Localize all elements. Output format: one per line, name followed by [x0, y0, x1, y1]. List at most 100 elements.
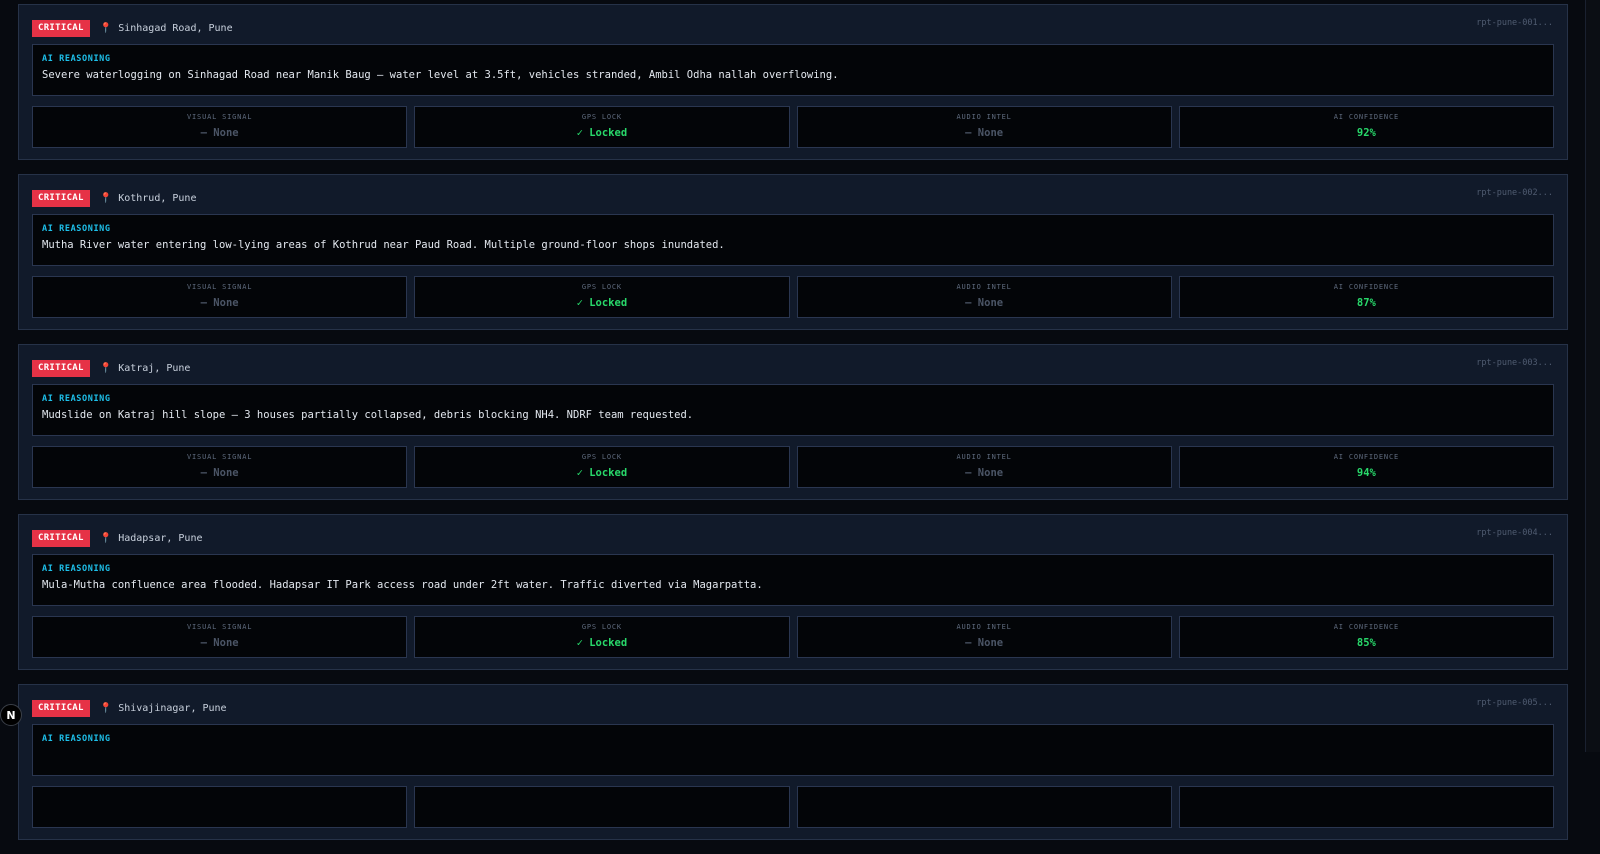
- gps-lock-label: GPS LOCK: [581, 453, 622, 461]
- severity-badge: CRITICAL: [32, 699, 90, 717]
- ai-reasoning-label: AI REASONING: [42, 394, 111, 404]
- report-location: Hadapsar, Pune: [118, 532, 203, 544]
- report-header: CRITICAL 📍 Hadapsar, Pune: [32, 527, 1554, 549]
- ai-confidence-label: AI CONFIDENCE: [1333, 283, 1399, 291]
- report-id: rpt-pune-003...: [1476, 358, 1553, 368]
- severity-badge: CRITICAL: [32, 19, 90, 37]
- ai-reasoning-panel: AI REASONING Mutha River water entering …: [32, 214, 1554, 266]
- gps-lock-value: ✓ Locked: [576, 297, 628, 309]
- ai-confidence-value: 94%: [1356, 467, 1376, 479]
- ai-reasoning-text: Mula-Mutha confluence area flooded. Hada…: [42, 579, 763, 591]
- audio-intel-value: — None: [965, 297, 1004, 309]
- severity-badge: CRITICAL: [32, 189, 90, 207]
- scrollbar[interactable]: [1585, 0, 1600, 752]
- audio-intel-value: — None: [965, 127, 1004, 139]
- report-location: Sinhagad Road, Pune: [118, 22, 233, 34]
- gps-lock-metric: GPS LOCK ✓ Locked: [414, 446, 790, 488]
- report-header: CRITICAL 📍 Sinhagad Road, Pune: [32, 17, 1554, 39]
- ai-reasoning-panel: AI REASONING Mula-Mutha confluence area …: [32, 554, 1554, 606]
- signal-metrics: VISUAL SIGNAL — None GPS LOCK ✓ Locked A…: [32, 106, 1554, 148]
- gps-lock-label: GPS LOCK: [581, 283, 622, 291]
- ai-reasoning-text: Severe waterlogging on Sinhagad Road nea…: [42, 69, 839, 81]
- map-pin-icon: 📍: [99, 702, 113, 714]
- gps-lock-label: GPS LOCK: [581, 623, 622, 631]
- visual-signal-label: VISUAL SIGNAL: [187, 113, 253, 121]
- audio-intel-label: AUDIO INTEL: [956, 453, 1012, 461]
- ai-reasoning-label: AI REASONING: [42, 734, 111, 744]
- audio-intel-value: — None: [965, 637, 1004, 649]
- visual-signal-label: VISUAL SIGNAL: [187, 623, 253, 631]
- visual-signal-metric: VISUAL SIGNAL — None: [32, 616, 408, 658]
- report-card[interactable]: CRITICAL 📍 Kothrud, Pune rpt-pune-002...…: [18, 174, 1568, 330]
- ai-confidence-label: AI CONFIDENCE: [1333, 623, 1399, 631]
- ai-confidence-metric: AI CONFIDENCE 94%: [1178, 446, 1554, 488]
- audio-intel-label: AUDIO INTEL: [956, 283, 1012, 291]
- signal-metrics: VISUAL SIGNAL — None GPS LOCK ✓ Locked A…: [32, 616, 1554, 658]
- signal-metrics: [32, 786, 1554, 828]
- report-id: rpt-pune-004...: [1476, 528, 1553, 538]
- audio-intel-metric: [796, 786, 1172, 828]
- report-id: rpt-pune-001...: [1476, 18, 1553, 28]
- audio-intel-metric: AUDIO INTEL — None: [796, 446, 1172, 488]
- ai-confidence-value: 87%: [1356, 297, 1376, 309]
- ai-reasoning-panel: AI REASONING Severe waterlogging on Sinh…: [32, 44, 1554, 96]
- audio-intel-metric: AUDIO INTEL — None: [796, 276, 1172, 318]
- gps-lock-value: ✓ Locked: [576, 637, 628, 649]
- audio-intel-label: AUDIO INTEL: [956, 113, 1012, 121]
- report-id: rpt-pune-002...: [1476, 188, 1553, 198]
- audio-intel-label: AUDIO INTEL: [956, 623, 1012, 631]
- gps-lock-value: ✓ Locked: [576, 127, 628, 139]
- gps-lock-value: ✓ Locked: [576, 467, 628, 479]
- visual-signal-value: — None: [200, 467, 239, 479]
- signal-metrics: VISUAL SIGNAL — None GPS LOCK ✓ Locked A…: [32, 276, 1554, 318]
- gps-lock-metric: GPS LOCK ✓ Locked: [414, 106, 790, 148]
- map-pin-icon: 📍: [99, 192, 113, 204]
- visual-signal-label: VISUAL SIGNAL: [187, 283, 253, 291]
- visual-signal-label: VISUAL SIGNAL: [187, 453, 253, 461]
- severity-badge: CRITICAL: [32, 359, 90, 377]
- visual-signal-metric: VISUAL SIGNAL — None: [32, 106, 408, 148]
- map-pin-icon: 📍: [99, 532, 113, 544]
- audio-intel-metric: AUDIO INTEL — None: [796, 106, 1172, 148]
- ai-reasoning-text: Mutha River water entering low-lying are…: [42, 239, 725, 251]
- ai-reasoning-panel: AI REASONING: [32, 724, 1554, 776]
- report-card[interactable]: CRITICAL 📍 Hadapsar, Pune rpt-pune-004..…: [18, 514, 1568, 670]
- report-header: CRITICAL 📍 Katraj, Pune: [32, 357, 1554, 379]
- ai-confidence-metric: AI CONFIDENCE 85%: [1178, 616, 1554, 658]
- ai-confidence-metric: AI CONFIDENCE 92%: [1178, 106, 1554, 148]
- signal-metrics: VISUAL SIGNAL — None GPS LOCK ✓ Locked A…: [32, 446, 1554, 488]
- report-location: Kothrud, Pune: [118, 192, 197, 204]
- report-header: CRITICAL 📍 Kothrud, Pune: [32, 187, 1554, 209]
- severity-badge: CRITICAL: [32, 529, 90, 547]
- gps-lock-metric: GPS LOCK ✓ Locked: [414, 616, 790, 658]
- ai-confidence-value: 92%: [1356, 127, 1376, 139]
- visual-signal-value: — None: [200, 127, 239, 139]
- audio-intel-metric: AUDIO INTEL — None: [796, 616, 1172, 658]
- ai-reasoning-label: AI REASONING: [42, 564, 111, 574]
- report-feed: CRITICAL 📍 Sinhagad Road, Pune rpt-pune-…: [18, 4, 1568, 854]
- visual-signal-value: — None: [200, 637, 239, 649]
- ai-confidence-metric: AI CONFIDENCE 87%: [1178, 276, 1554, 318]
- gps-lock-metric: [414, 786, 790, 828]
- ai-confidence-value: 85%: [1356, 637, 1376, 649]
- report-location: Shivajinagar, Pune: [118, 702, 227, 714]
- report-card[interactable]: CRITICAL 📍 Sinhagad Road, Pune rpt-pune-…: [18, 4, 1568, 160]
- audio-intel-value: — None: [965, 467, 1004, 479]
- gps-lock-label: GPS LOCK: [581, 113, 622, 121]
- report-id: rpt-pune-005...: [1476, 698, 1553, 708]
- ai-confidence-label: AI CONFIDENCE: [1333, 113, 1399, 121]
- gps-lock-metric: GPS LOCK ✓ Locked: [414, 276, 790, 318]
- visual-signal-value: — None: [200, 297, 239, 309]
- ai-confidence-metric: [1178, 786, 1554, 828]
- ai-reasoning-label: AI REASONING: [42, 224, 111, 234]
- map-pin-icon: 📍: [99, 22, 113, 34]
- dev-indicator-icon[interactable]: N: [0, 704, 22, 726]
- visual-signal-metric: [32, 786, 408, 828]
- visual-signal-metric: VISUAL SIGNAL — None: [32, 276, 408, 318]
- visual-signal-metric: VISUAL SIGNAL — None: [32, 446, 408, 488]
- report-card[interactable]: CRITICAL 📍 Katraj, Pune rpt-pune-003... …: [18, 344, 1568, 500]
- ai-reasoning-panel: AI REASONING Mudslide on Katraj hill slo…: [32, 384, 1554, 436]
- ai-reasoning-text: Mudslide on Katraj hill slope — 3 houses…: [42, 409, 694, 421]
- report-card[interactable]: CRITICAL 📍 Shivajinagar, Pune rpt-pune-0…: [18, 684, 1568, 840]
- report-location: Katraj, Pune: [118, 362, 191, 374]
